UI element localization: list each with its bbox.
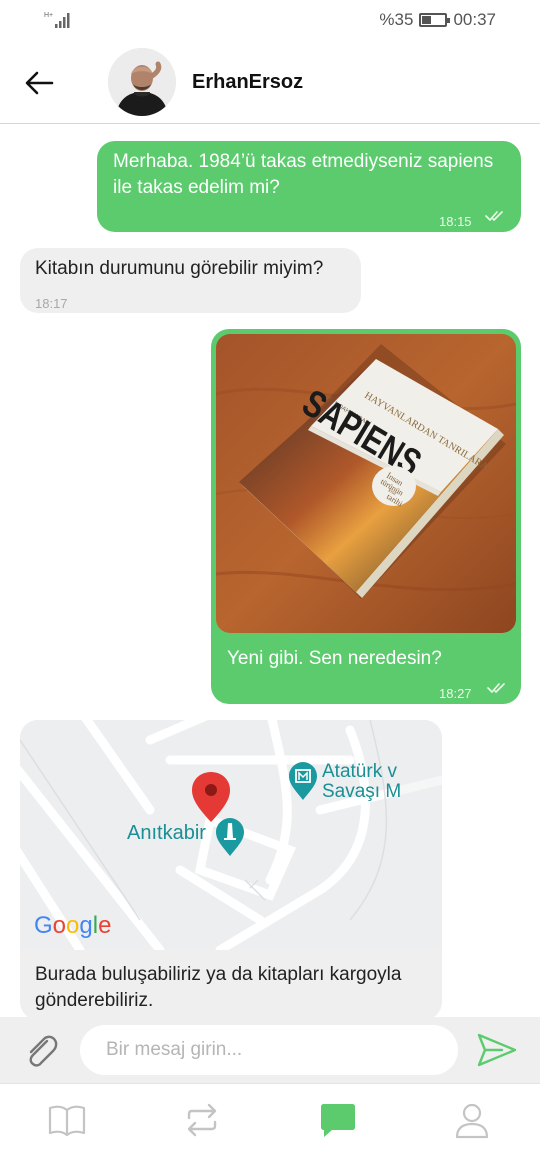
map-poi-label-line2: Savaşı M [322, 781, 401, 802]
book-icon[interactable] [47, 1100, 87, 1140]
message-text: Yeni gibi. Sen neredesin? [227, 648, 442, 669]
map-image: Anıtkabir Atatürk v Savaşı M Google [20, 720, 442, 955]
message-text: Merhaba. 1984’ü takas etmediyseniz sapie… [113, 151, 494, 198]
book-photo-image: YUVAL NOAH HARARİ HAYVANLARDAN TANRILARA… [216, 334, 516, 633]
message-composer [0, 1017, 540, 1083]
paperclip-icon[interactable] [22, 1032, 60, 1070]
avatar[interactable] [108, 48, 176, 116]
message-text: Kitabın durumunu görebilir miyim? [35, 258, 324, 279]
message-time: 18:15 [439, 214, 472, 229]
message-incoming-location[interactable]: Anıtkabir Atatürk v Savaşı M Google Bura… [20, 720, 442, 1020]
message-incoming[interactable]: Kitabın durumunu görebilir miyim? 18:17 [20, 248, 361, 313]
location-map[interactable]: Anıtkabir Atatürk v Savaşı M Google [20, 720, 442, 955]
message-outgoing-photo[interactable]: YUVAL NOAH HARARİ HAYVANLARDAN TANRILARA… [211, 329, 521, 704]
battery-icon [419, 13, 451, 27]
clock: 00:37 [453, 10, 496, 29]
double-check-icon [485, 211, 503, 221]
contact-avatar-image [108, 48, 176, 116]
book-photo[interactable]: YUVAL NOAH HARARİ HAYVANLARDAN TANRILARA… [216, 334, 516, 633]
google-logo: Google [34, 912, 111, 939]
chat-header: ErhanErsoz [0, 40, 540, 124]
bottom-nav [0, 1083, 540, 1156]
signal-icon: H+ [44, 12, 70, 28]
back-button[interactable] [22, 66, 56, 100]
status-bar: H+ %35 00:37 [0, 0, 540, 40]
map-poi-label-line1: Atatürk v [322, 761, 397, 782]
battery-percent: %35 [379, 10, 414, 29]
message-input[interactable] [80, 1025, 458, 1075]
message-time: 18:27 [439, 686, 472, 701]
message-time: 18:17 [35, 296, 68, 311]
network-type: H+ [44, 12, 53, 19]
swap-icon[interactable] [182, 1100, 222, 1140]
chat-icon[interactable] [318, 1100, 358, 1140]
map-pin-label: Anıtkabir [127, 822, 206, 844]
double-check-icon [487, 683, 505, 693]
message-outgoing[interactable]: Merhaba. 1984’ü takas etmediyseniz sapie… [97, 141, 521, 232]
message-text: Burada buluşabiliriz ya da kitapları kar… [35, 964, 402, 1011]
user-icon[interactable] [452, 1100, 492, 1140]
send-icon[interactable] [476, 1031, 518, 1069]
contact-name[interactable]: ErhanErsoz [192, 71, 303, 94]
